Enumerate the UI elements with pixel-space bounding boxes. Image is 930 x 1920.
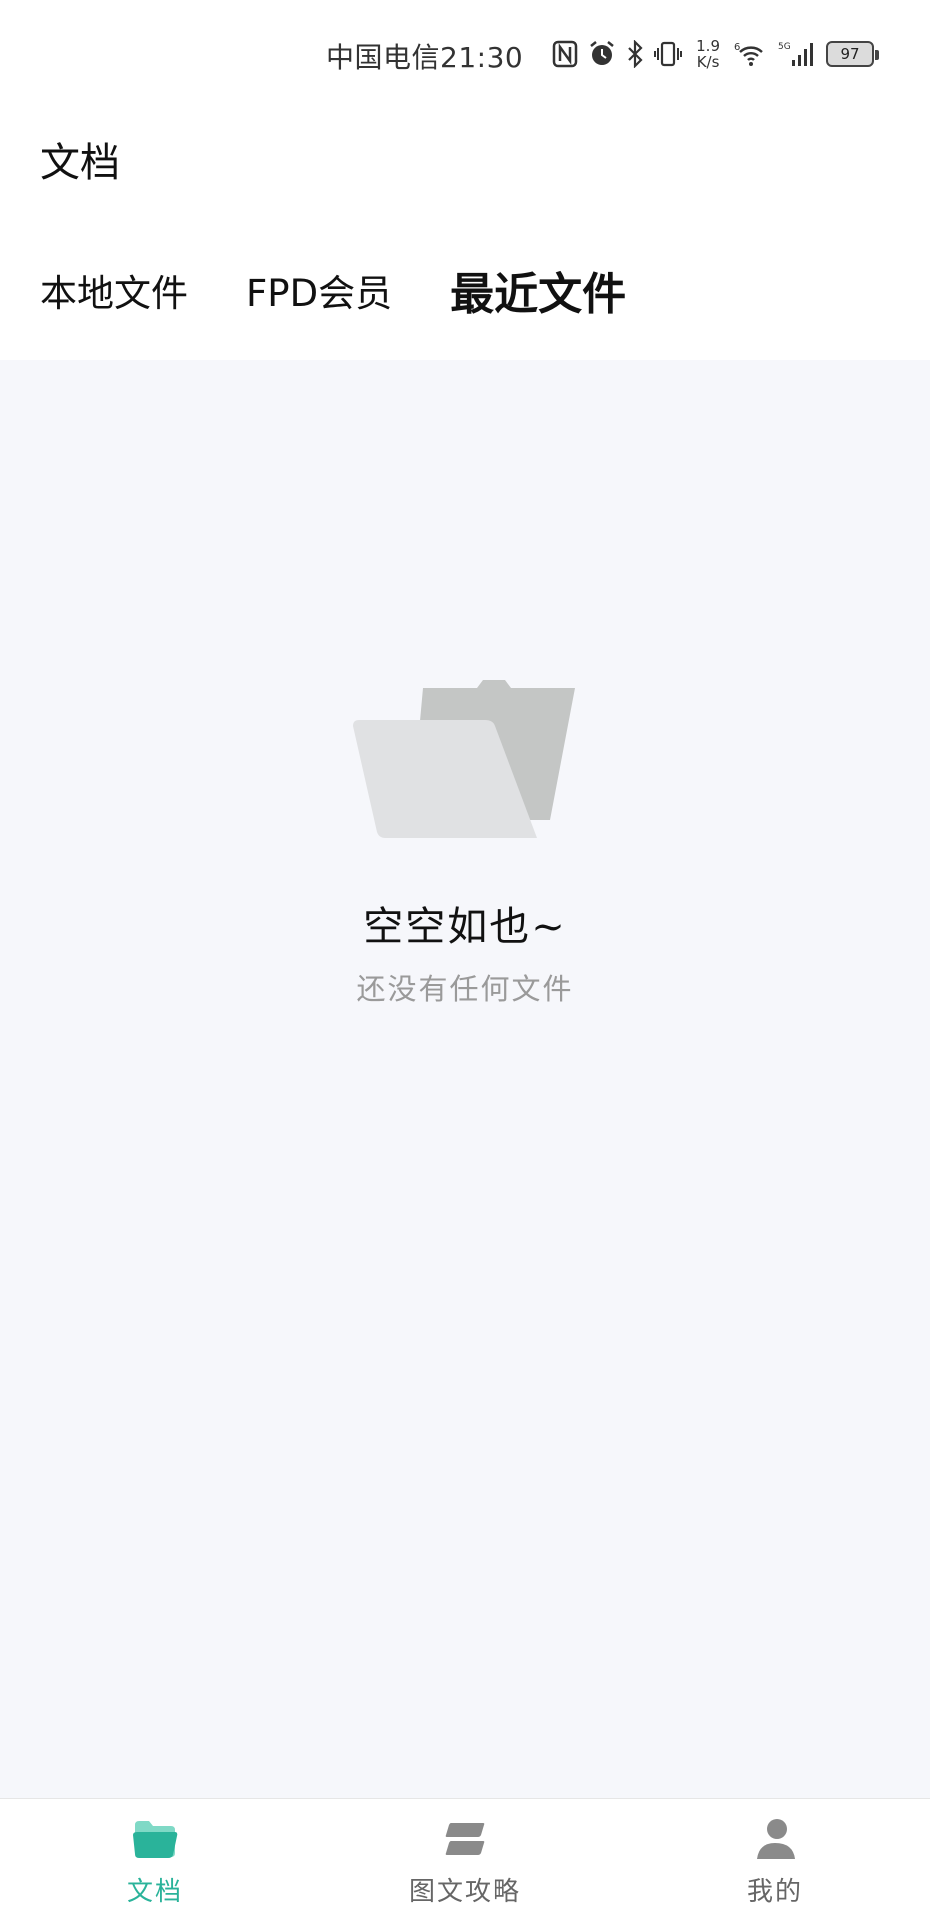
page-title: 文档: [40, 140, 120, 186]
signal-5g-icon: 5G: [778, 40, 816, 68]
stack-icon: [445, 1823, 485, 1855]
user-icon: [757, 1819, 795, 1859]
nav-item-profile[interactable]: 我的: [620, 1799, 930, 1920]
tab-local-files[interactable]: 本地文件: [40, 263, 188, 317]
net-speed-unit: K/s: [696, 53, 720, 71]
header: 文档 本地文件 FPD会员 最近文件: [0, 108, 930, 360]
nav-label-documents: 文档: [126, 1877, 183, 1907]
tab-fpd-member[interactable]: FPD会员: [246, 263, 392, 317]
vibrate-icon: [654, 40, 683, 68]
net-speed-value: 1.9: [696, 37, 720, 55]
status-icons: 1.9 K/s 6 5G 97: [552, 36, 879, 72]
nav-item-guides[interactable]: 图文攻略: [310, 1799, 620, 1920]
tab-bar: 本地文件 FPD会员 最近文件: [40, 258, 626, 322]
nav-label-profile: 我的: [746, 1877, 803, 1907]
carrier-time: 中国电信21:30: [326, 41, 524, 74]
alarm-icon: [588, 40, 616, 68]
empty-state: 空空如也~ 还没有任何文件: [0, 670, 930, 1008]
bottom-nav: 文档 图文攻略 我的: [0, 1798, 930, 1920]
nav-label-guides: 图文攻略: [408, 1877, 521, 1907]
net-speed: 1.9 K/s: [696, 38, 720, 70]
nav-item-documents[interactable]: 文档: [0, 1799, 310, 1920]
empty-title: 空空如也~: [363, 904, 567, 950]
battery-level: 97: [840, 45, 860, 63]
folder-icon: [133, 1821, 178, 1858]
folder-icon: [353, 680, 575, 838]
app-screen: 中国电信21:30 1.9 K/s 6 5G 97 文档 本地文件 FPD会员 …: [0, 0, 930, 1920]
status-bar: 中国电信21:30 1.9 K/s 6 5G 97: [0, 0, 930, 108]
nfc-icon: [552, 40, 578, 68]
empty-subtitle: 还没有任何文件: [356, 972, 574, 1006]
tab-recent-files[interactable]: 最近文件: [450, 258, 626, 322]
svg-text:5G: 5G: [778, 42, 791, 52]
battery-indicator: 97: [826, 41, 879, 67]
bluetooth-icon: [626, 40, 644, 68]
wifi-icon: 6: [734, 40, 768, 68]
